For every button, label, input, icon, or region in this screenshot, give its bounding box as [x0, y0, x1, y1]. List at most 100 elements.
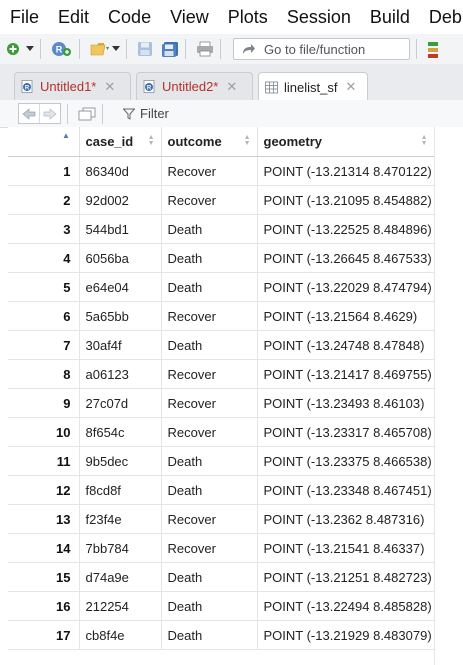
outcome-cell[interactable]: Recover [161, 504, 258, 534]
geometry-cell[interactable]: POINT (-13.24748 8.47848) [257, 330, 434, 360]
new-file-button[interactable] [6, 38, 34, 60]
outcome-cell[interactable]: Death [161, 214, 258, 244]
case-id-cell[interactable]: 212254 [79, 591, 162, 621]
open-in-window-button[interactable] [78, 103, 96, 125]
outcome-cell[interactable]: Recover [161, 185, 258, 215]
column-header-case-id[interactable]: case_id ▲ ▼ [79, 127, 162, 157]
geometry-cell[interactable]: POINT (-13.22029 8.474794) [257, 272, 434, 302]
case-id-cell[interactable]: 6056ba [79, 243, 162, 273]
row-index-cell[interactable]: 8 [8, 359, 80, 389]
case-id-cell[interactable]: 8f654c [79, 417, 162, 447]
geometry-cell[interactable]: POINT (-13.21251 8.482723) [257, 562, 434, 592]
tab-linelist-sf[interactable]: linelist_sf ✕ [258, 72, 368, 101]
row-index-cell[interactable]: 12 [8, 475, 80, 505]
geometry-cell[interactable]: POINT (-13.21929 8.483079) [257, 620, 434, 650]
case-id-cell[interactable]: e64e04 [79, 272, 162, 302]
case-id-cell[interactable]: 7bb784 [79, 533, 162, 563]
geometry-cell[interactable]: POINT (-13.21095 8.454882) [257, 185, 434, 215]
close-icon[interactable]: ✕ [104, 79, 115, 95]
geometry-cell[interactable]: POINT (-13.22494 8.485828) [257, 591, 434, 621]
geometry-cell[interactable]: POINT (-13.23375 8.466538) [257, 446, 434, 476]
geometry-cell[interactable]: POINT (-13.2362 8.487316) [257, 504, 434, 534]
geometry-cell[interactable]: POINT (-13.26645 8.467533) [257, 243, 434, 273]
column-header-outcome[interactable]: outcome ▲ ▼ [161, 127, 258, 157]
tab-untitled1[interactable]: R Untitled1* ✕ [14, 72, 131, 100]
menu-edit[interactable]: Edit [58, 7, 89, 28]
geometry-cell[interactable]: POINT (-13.21417 8.469755) [257, 359, 434, 389]
case-id-cell[interactable]: 5a65bb [79, 301, 162, 331]
outcome-cell[interactable]: Recover [161, 417, 258, 447]
outcome-cell[interactable]: Death [161, 446, 258, 476]
row-index-cell[interactable]: 1 [8, 156, 80, 186]
menu-debug[interactable]: Deb [429, 7, 462, 28]
row-index-cell[interactable]: 15 [8, 562, 80, 592]
geometry-cell[interactable]: POINT (-13.21314 8.470122) [257, 156, 434, 186]
geometry-cell[interactable]: POINT (-13.23493 8.46103) [257, 388, 434, 418]
column-header-geometry[interactable]: geometry ▲ ▼ [257, 127, 434, 157]
outcome-cell[interactable]: Recover [161, 301, 258, 331]
row-index-cell[interactable]: 2 [8, 185, 80, 215]
row-index-cell[interactable]: 5 [8, 272, 80, 302]
menu-view[interactable]: View [170, 7, 209, 28]
row-index-cell[interactable]: 9 [8, 388, 80, 418]
outcome-cell[interactable]: Death [161, 243, 258, 273]
case-id-cell[interactable]: 92d002 [79, 185, 162, 215]
geometry-cell[interactable]: POINT (-13.22525 8.484896) [257, 214, 434, 244]
geometry-cell[interactable]: POINT (-13.21541 8.46337) [257, 533, 434, 563]
case-id-cell[interactable]: cb8f4e [79, 620, 162, 650]
case-id-cell[interactable]: f8cd8f [79, 475, 162, 505]
outcome-cell[interactable]: Death [161, 330, 258, 360]
case-id-cell[interactable]: 86340d [79, 156, 162, 186]
case-id-cell[interactable]: 544bd1 [79, 214, 162, 244]
filter-button[interactable]: Filter [123, 106, 169, 121]
outcome-cell[interactable]: Death [161, 562, 258, 592]
save-all-button[interactable] [161, 38, 179, 60]
row-index-cell[interactable]: 3 [8, 214, 80, 244]
row-index-cell[interactable]: 4 [8, 243, 80, 273]
outcome-cell[interactable]: Recover [161, 156, 258, 186]
close-icon[interactable]: ✕ [226, 79, 237, 95]
menu-plots[interactable]: Plots [228, 7, 268, 28]
goto-file-function-input[interactable]: Go to file/function [233, 38, 410, 60]
open-file-button[interactable] [90, 38, 120, 60]
menu-session[interactable]: Session [287, 7, 351, 28]
addins-button[interactable] [427, 38, 439, 60]
tab-untitled2[interactable]: R Untitled2* ✕ [136, 72, 253, 100]
geometry-cell[interactable]: POINT (-13.23317 8.465708) [257, 417, 434, 447]
row-index-cell[interactable]: 17 [8, 620, 80, 650]
row-index-cell[interactable]: 16 [8, 591, 80, 621]
geometry-cell[interactable]: POINT (-13.21564 8.4629) [257, 301, 434, 331]
menu-code[interactable]: Code [108, 7, 151, 28]
row-index-cell[interactable]: 14 [8, 533, 80, 563]
save-button[interactable] [137, 38, 153, 60]
case-id-cell[interactable]: 27c07d [79, 388, 162, 418]
row-index-cell[interactable]: 6 [8, 301, 80, 331]
case-id-cell[interactable]: a06123 [79, 359, 162, 389]
outcome-cell[interactable]: Death [161, 475, 258, 505]
outcome-cell[interactable]: Recover [161, 388, 258, 418]
case-id-cell[interactable]: 9b5dec [79, 446, 162, 476]
forward-button[interactable] [39, 104, 60, 123]
outcome-cell[interactable]: Recover [161, 533, 258, 563]
row-index-cell[interactable]: 10 [8, 417, 80, 447]
close-icon[interactable]: ✕ [345, 79, 356, 95]
menu-file[interactable]: File [10, 7, 39, 28]
menu-build[interactable]: Build [370, 7, 410, 28]
table-row: 4 6056ba Death POINT (-13.26645 8.467533) [8, 243, 434, 273]
case-id-cell[interactable]: f23f4e [79, 504, 162, 534]
case-id-cell[interactable]: d74a9e [79, 562, 162, 592]
case-id-cell[interactable]: 30af4f [79, 330, 162, 360]
row-index-cell[interactable]: 7 [8, 330, 80, 360]
outcome-cell[interactable]: Death [161, 272, 258, 302]
row-index-header[interactable]: ▲ [8, 127, 80, 157]
outcome-cell[interactable]: Recover [161, 359, 258, 389]
print-button[interactable] [196, 38, 214, 60]
geometry-cell[interactable]: POINT (-13.23348 8.467451) [257, 475, 434, 505]
new-project-button[interactable]: R [51, 38, 73, 60]
outcome-cell[interactable]: Death [161, 620, 258, 650]
row-index-cell[interactable]: 11 [8, 446, 80, 476]
table-row: 1 86340d Recover POINT (-13.21314 8.470122) [8, 156, 434, 186]
row-index-cell[interactable]: 13 [8, 504, 80, 534]
outcome-cell[interactable]: Death [161, 591, 258, 621]
back-button[interactable] [19, 104, 39, 123]
